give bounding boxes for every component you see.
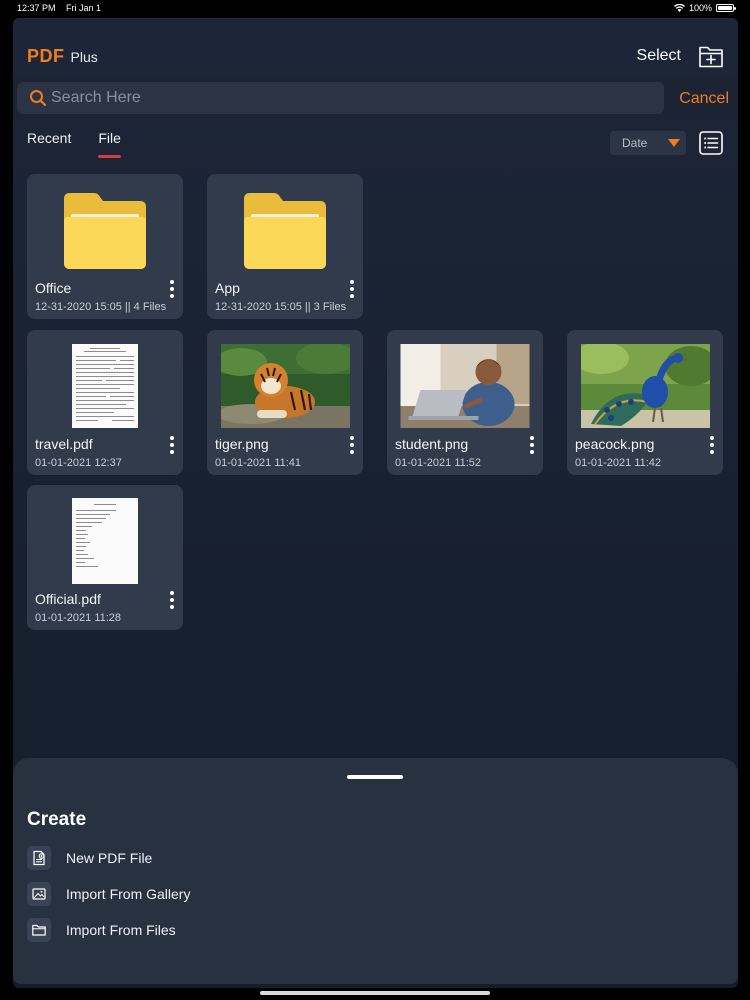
file-meta: 01-01-2021 11:28 [35, 612, 122, 624]
file-meta: 01-01-2021 12:37 [35, 457, 122, 469]
folder-icon [64, 193, 146, 269]
file-name: travel.pdf [35, 436, 93, 452]
battery-icon [716, 4, 736, 12]
app-screen: PDF Plus Select Cancel Recent File Date [13, 18, 738, 988]
home-indicator[interactable] [260, 991, 490, 995]
pdf-form-thumbnail [72, 344, 138, 428]
more-options-icon[interactable] [527, 436, 537, 454]
app-header: PDF Plus Select [13, 18, 738, 78]
more-options-icon[interactable] [167, 436, 177, 454]
file-thumbnail [567, 336, 723, 436]
peacock-image [580, 344, 710, 428]
search-box[interactable] [17, 82, 664, 114]
file-name: student.png [395, 436, 469, 452]
sheet-drag-handle[interactable] [347, 775, 403, 779]
folder-outline-icon [27, 918, 51, 942]
file-card-travel[interactable]: travel.pdf 01-01-2021 12:37 [27, 330, 183, 475]
tab-bar: Recent File [27, 130, 121, 158]
sort-selected: Date [622, 136, 648, 150]
sheet-title: Create [27, 809, 87, 830]
brand-sub: Plus [70, 49, 98, 65]
folder-meta: 12-31-2020 15:05 || 4 Files [35, 301, 167, 313]
folder-name: App [215, 280, 240, 296]
file-meta: 01-01-2021 11:41 [215, 457, 302, 469]
more-options-icon[interactable] [347, 280, 357, 298]
tab-recent[interactable]: Recent [27, 130, 71, 156]
status-time: 12:37 PM [17, 3, 56, 13]
more-options-icon[interactable] [347, 436, 357, 454]
file-meta: 01-01-2021 11:42 [575, 457, 662, 469]
status-date: Fri Jan 1 [66, 3, 102, 13]
file-meta: 01-01-2021 11:52 [395, 457, 482, 469]
search-bar: Cancel [13, 76, 738, 120]
new-pdf-icon [27, 846, 51, 870]
file-thumbnail [387, 336, 543, 436]
file-card-official[interactable]: Official.pdf 01-01-2021 11:28 [27, 485, 183, 630]
file-card-peacock[interactable]: peacock.png 01-01-2021 11:42 [567, 330, 723, 475]
import-from-files-option[interactable]: Import From Files [27, 918, 327, 942]
more-options-icon[interactable] [167, 591, 177, 609]
file-name: tiger.png [215, 436, 269, 452]
folder-card-office[interactable]: Office 12-31-2020 15:05 || 4 Files [27, 174, 183, 319]
app-logo: PDF Plus [27, 46, 98, 67]
file-name: Official.pdf [35, 591, 101, 607]
tiger-image [220, 344, 350, 428]
select-button[interactable]: Select [637, 47, 681, 65]
brand-main: PDF [27, 46, 65, 66]
file-thumbnail [27, 491, 183, 591]
folder-card-app[interactable]: App 12-31-2020 15:05 || 3 Files [207, 174, 363, 319]
folder-name: Office [35, 280, 72, 296]
folder-thumbnail [27, 180, 183, 280]
file-thumbnail [27, 336, 183, 436]
search-icon [30, 90, 47, 107]
option-label: Import From Gallery [66, 886, 191, 902]
pdf-document-thumbnail [72, 498, 138, 584]
status-bar: 12:37 PM Fri Jan 1 100% [0, 0, 750, 16]
search-input[interactable] [51, 87, 651, 109]
folder-meta: 12-31-2020 15:05 || 3 Files [215, 301, 347, 313]
new-pdf-file-option[interactable]: New PDF File [27, 846, 327, 870]
option-label: Import From Files [66, 922, 176, 938]
wifi-icon [673, 4, 685, 12]
battery-percent: 100% [688, 3, 712, 13]
student-image [400, 344, 530, 428]
folder-icon [244, 193, 326, 269]
new-folder-icon[interactable] [698, 43, 724, 69]
more-options-icon[interactable] [707, 436, 717, 454]
import-from-gallery-option[interactable]: Import From Gallery [27, 882, 327, 906]
file-card-tiger[interactable]: tiger.png 01-01-2021 11:41 [207, 330, 363, 475]
list-view-icon[interactable] [699, 131, 723, 155]
cancel-button[interactable]: Cancel [679, 90, 729, 108]
file-card-student[interactable]: student.png 01-01-2021 11:52 [387, 330, 543, 475]
create-sheet: Create New PDF File Import From Gallery … [13, 758, 738, 984]
dropdown-arrow-icon [668, 139, 680, 147]
more-options-icon[interactable] [167, 280, 177, 298]
tab-file[interactable]: File [98, 130, 121, 158]
folder-thumbnail [207, 180, 363, 280]
file-name: peacock.png [575, 436, 655, 452]
option-label: New PDF File [66, 850, 153, 866]
sort-dropdown[interactable]: Date [610, 131, 686, 155]
file-thumbnail [207, 336, 363, 436]
gallery-icon [27, 882, 51, 906]
